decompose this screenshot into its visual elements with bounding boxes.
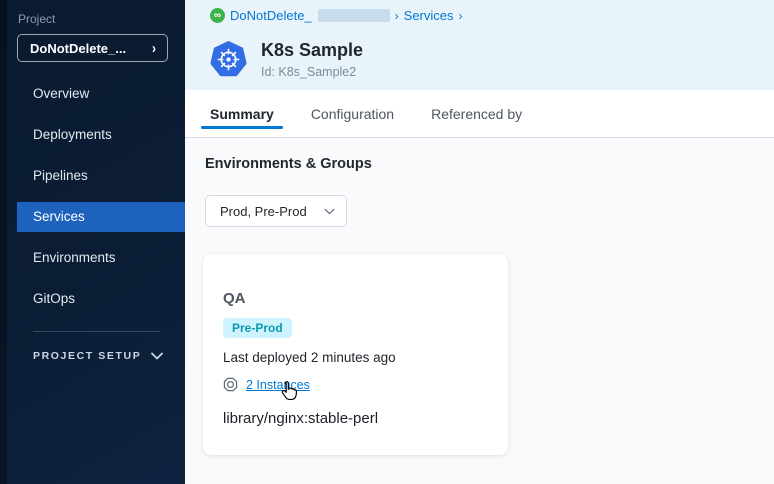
project-setup-label: PROJECT SETUP [33, 350, 141, 362]
breadcrumb-project-link[interactable]: DoNotDelete_ [230, 8, 312, 23]
chevron-down-icon [151, 352, 163, 360]
breadcrumb-separator: › [459, 9, 463, 23]
sidebar-item-pipelines[interactable]: Pipelines [0, 155, 185, 196]
sidebar-nav: Overview Deployments Pipelines Services … [0, 73, 185, 319]
summary-content: Environments & Groups Prod, Pre-Prod QA … [185, 138, 774, 484]
service-id: Id: K8s_Sample2 [261, 65, 363, 79]
environment-filter-dropdown[interactable]: Prod, Pre-Prod [205, 195, 347, 227]
sidebar-item-gitops[interactable]: GitOps [0, 278, 185, 319]
sidebar-item-deployments[interactable]: Deployments [0, 114, 185, 155]
last-deployed-text: Last deployed 2 minutes ago [223, 350, 396, 365]
sidebar-item-services[interactable]: Services [17, 202, 185, 232]
sidebar-item-overview[interactable]: Overview [0, 73, 185, 114]
sidebar-item-label: GitOps [33, 291, 75, 306]
environment-name: QA [223, 290, 246, 307]
breadcrumb-separator: › [395, 9, 399, 23]
sidebar-item-label: Services [33, 209, 85, 224]
chevron-down-icon [324, 208, 335, 215]
tab-label: Referenced by [431, 106, 522, 122]
redacted-project-name [318, 9, 390, 22]
instances-row: 2 Instances [223, 377, 310, 392]
project-label: Project [18, 12, 55, 26]
project-selector[interactable]: DoNotDelete_... › [17, 34, 168, 62]
kubernetes-wheel-icon [210, 41, 247, 78]
breadcrumb-services-link[interactable]: Services [404, 8, 454, 23]
environment-card-qa: QA Pre-Prod Last deployed 2 minutes ago … [203, 254, 508, 455]
env-type-badge: Pre-Prod [223, 318, 292, 338]
project-sidebar: Project DoNotDelete_... › Overview Deplo… [0, 0, 185, 484]
sidebar-item-label: Pipelines [33, 168, 88, 183]
tab-summary[interactable]: Summary [210, 90, 274, 137]
project-setup-toggle[interactable]: PROJECT SETUP [33, 350, 163, 362]
tab-bar: Summary Configuration Referenced by [185, 90, 774, 138]
chevron-right-icon: › [152, 39, 156, 57]
service-title-block: K8s Sample Id: K8s_Sample2 [261, 40, 363, 79]
sidebar-item-label: Environments [33, 250, 116, 265]
section-title: Environments & Groups [205, 156, 372, 172]
sidebar-item-environments[interactable]: Environments [0, 237, 185, 278]
octagon-icon [223, 377, 238, 392]
service-detail-page: Project DoNotDelete_... › Overview Deplo… [0, 0, 774, 484]
service-title-row: K8s Sample Id: K8s_Sample2 [210, 40, 363, 79]
sidebar-divider [33, 331, 160, 332]
cd-module-icon: ∞ [210, 8, 225, 23]
environment-filter-value: Prod, Pre-Prod [220, 204, 307, 219]
tab-referenced-by[interactable]: Referenced by [431, 90, 522, 137]
service-header: ∞ DoNotDelete_ › Services › [185, 0, 774, 90]
artifact-name: library/nginx:stable-perl [223, 410, 378, 427]
sidebar-item-label: Overview [33, 86, 89, 101]
tab-configuration[interactable]: Configuration [311, 90, 394, 137]
page-title: K8s Sample [261, 40, 363, 61]
sidebar-item-label: Deployments [33, 127, 112, 142]
project-selector-value: DoNotDelete_... [30, 41, 126, 56]
tab-label: Configuration [311, 106, 394, 122]
tab-label: Summary [210, 106, 274, 122]
breadcrumb: ∞ DoNotDelete_ › Services › [185, 0, 774, 23]
main-panel: ∞ DoNotDelete_ › Services › [185, 0, 774, 484]
instances-link[interactable]: 2 Instances [246, 378, 310, 392]
